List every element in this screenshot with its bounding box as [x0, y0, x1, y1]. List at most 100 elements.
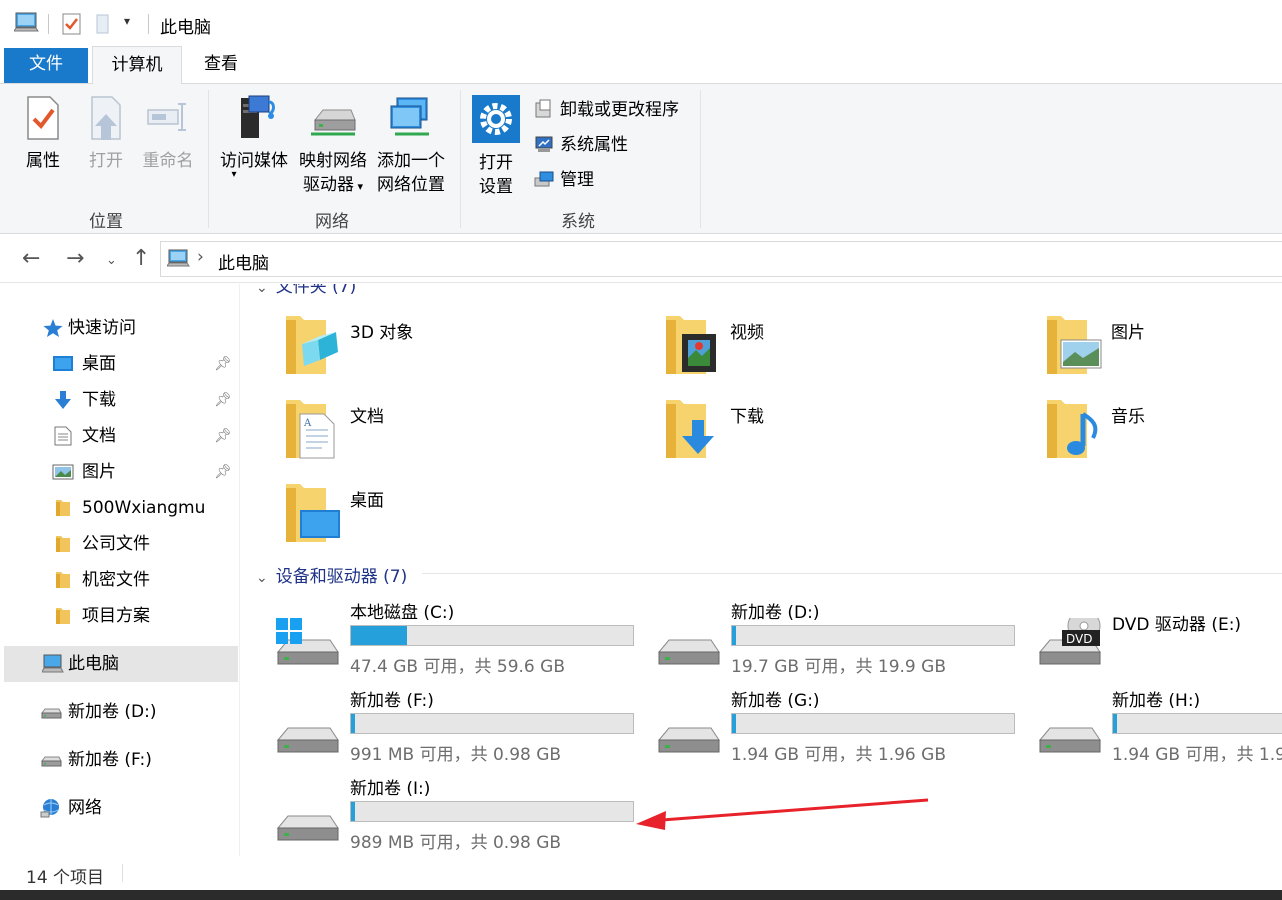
- sidebar-item-folder[interactable]: 公司文件: [0, 526, 238, 562]
- drive-f[interactable]: 新加卷 (F:) 991 MB 可用，共 0.98 GB: [274, 686, 644, 772]
- new-folder-icon[interactable]: [96, 13, 112, 35]
- tab-file[interactable]: 文件: [4, 48, 88, 83]
- sidebar-item-network[interactable]: 网络: [0, 790, 238, 826]
- media-server-icon: [241, 95, 275, 138]
- access-media-button[interactable]: 访问媒体 ▾: [216, 94, 292, 180]
- sidebar-item-downloads[interactable]: 下载 📌︎: [0, 382, 238, 418]
- tab-computer[interactable]: 计算机: [92, 46, 182, 85]
- properties-button[interactable]: 属性: [20, 94, 66, 173]
- customize-qat-chevron-icon[interactable]: ▾: [124, 14, 130, 28]
- folder-name: 图片: [1111, 323, 1145, 343]
- folder-desktop[interactable]: 桌面: [282, 480, 642, 560]
- drive-icon: [276, 815, 339, 841]
- sidebar-item-drive-d[interactable]: 新加卷 (D:): [0, 694, 238, 730]
- pin-icon[interactable]: 📌︎: [214, 346, 232, 382]
- sidebar-item-desktop[interactable]: 桌面 📌︎: [0, 346, 238, 382]
- sidebar-item-label: 桌面: [82, 354, 116, 374]
- drive-i[interactable]: 新加卷 (I:) 989 MB 可用，共 0.98 GB: [274, 774, 644, 856]
- folder-name: 桌面: [350, 491, 384, 511]
- drive-c[interactable]: 本地磁盘 (C:) 47.4 GB 可用，共 59.6 GB: [274, 598, 644, 684]
- picture-icon: [52, 464, 74, 480]
- open-settings-label-1: 打开: [479, 153, 513, 173]
- drive-name: 新加卷 (I:): [350, 779, 431, 799]
- system-properties-button[interactable]: 系统属性: [534, 131, 628, 159]
- drive-size: 1.94 GB 可用，共 1.96 GB: [731, 745, 946, 765]
- collapse-chevron-icon[interactable]: ⌄: [256, 570, 268, 586]
- star-icon: [43, 319, 63, 337]
- rename-button[interactable]: 重命名: [138, 94, 198, 173]
- folder-icon: [56, 500, 70, 516]
- sidebar-item-folder[interactable]: 机密文件: [0, 562, 238, 598]
- sidebar-item-folder[interactable]: 项目方案: [0, 598, 238, 634]
- drive-usage-bar: [731, 625, 1015, 646]
- drive-usage-fill: [732, 626, 736, 645]
- rename-icon: [147, 103, 186, 131]
- folders-group-header[interactable]: ⌄ 文件夹 (7): [256, 284, 356, 297]
- group-divider: [422, 573, 1282, 574]
- drive-icon: [657, 639, 720, 665]
- breadcrumb-chevron-icon[interactable]: ›: [197, 247, 204, 267]
- folder-music[interactable]: 音乐: [1043, 396, 1282, 476]
- pin-icon[interactable]: 📌︎: [214, 418, 232, 454]
- drives-group-header[interactable]: ⌄ 设备和驱动器 (7): [256, 562, 407, 587]
- sidebar-item-this-pc[interactable]: 此电脑: [4, 646, 238, 682]
- drive-e-dvd[interactable]: DVD DVD 驱动器 (E:): [1036, 598, 1282, 684]
- desktop-folder-icon: [286, 484, 340, 542]
- folder-name: 视频: [730, 323, 764, 343]
- this-pc-label: 此电脑: [68, 654, 119, 674]
- uninstall-programs-button[interactable]: 卸载或更改程序: [534, 96, 679, 124]
- open-button[interactable]: 打开: [84, 94, 128, 173]
- folder-icon: [56, 536, 70, 552]
- pin-icon[interactable]: 📌︎: [214, 382, 232, 418]
- folder-downloads[interactable]: 下载: [662, 396, 1022, 476]
- drive-usage-bar: [350, 801, 634, 822]
- drive-size: 47.4 GB 可用，共 59.6 GB: [350, 657, 565, 677]
- recent-locations-chevron-icon[interactable]: ⌄: [106, 249, 117, 273]
- drive-h[interactable]: 新加卷 (H:) 1.94 GB 可用，共 1.96 GB: [1036, 686, 1282, 772]
- folder-pictures[interactable]: 图片: [1043, 312, 1282, 392]
- drive-size: 989 MB 可用，共 0.98 GB: [350, 833, 562, 853]
- manage-button[interactable]: 管理: [534, 166, 594, 194]
- network-group-label: 网络: [315, 212, 349, 232]
- drive-g[interactable]: 新加卷 (G:) 1.94 GB 可用，共 1.96 GB: [655, 686, 1025, 772]
- title-bar: ▾ 此电脑: [0, 0, 1282, 46]
- open-settings-button[interactable]: 打开 设置: [470, 94, 522, 199]
- sidebar-item-folder[interactable]: 500Wxiangmu: [0, 490, 238, 526]
- system-properties-label: 系统属性: [560, 135, 628, 155]
- properties-icon[interactable]: [62, 13, 82, 35]
- group-separator: [208, 90, 209, 228]
- sidebar-item-documents[interactable]: 文档 📌︎: [0, 418, 238, 454]
- drive-d[interactable]: 新加卷 (D:) 19.7 GB 可用，共 19.9 GB: [655, 598, 1025, 684]
- folder-documents[interactable]: A 文档: [282, 396, 642, 476]
- file-explorer-window: ▾ 此电脑 文件 计算机 查看 属性 打开 重命名 位置 访问媒体 ▾ 映射网络…: [0, 0, 1282, 890]
- folder-3d-objects[interactable]: 3D 对象: [282, 312, 642, 392]
- annotation-arrow-icon: [636, 798, 929, 830]
- pin-icon[interactable]: 📌︎: [214, 454, 232, 490]
- folder-videos[interactable]: 视频: [662, 312, 1022, 392]
- drive-size: 19.7 GB 可用，共 19.9 GB: [731, 657, 946, 677]
- up-arrow-icon[interactable]: ↑: [132, 247, 150, 271]
- properties-label: 属性: [26, 151, 60, 171]
- navigation-bar: ← → ⌄ ↑ › 此电脑: [0, 235, 1282, 283]
- collapse-chevron-icon[interactable]: ⌄: [256, 284, 268, 296]
- uninstall-label: 卸载或更改程序: [560, 100, 679, 120]
- settings-gear-icon: [472, 95, 520, 143]
- tab-view[interactable]: 查看: [186, 46, 256, 84]
- add-network-location-button[interactable]: 添加一个 网络位置: [374, 94, 448, 197]
- map-network-drive-button[interactable]: 映射网络 驱动器 ▾: [296, 94, 370, 199]
- sidebar-item-drive-f[interactable]: 新加卷 (F:): [0, 742, 238, 778]
- drive-name: 新加卷 (F:): [350, 691, 434, 711]
- forward-arrow-icon[interactable]: →: [66, 247, 84, 271]
- breadcrumb-this-pc[interactable]: 此电脑: [218, 249, 269, 274]
- drive-name: DVD 驱动器 (E:): [1112, 615, 1242, 635]
- computer-icon: [42, 654, 64, 673]
- folders-group-title: 文件夹 (7): [275, 284, 357, 297]
- ribbon-tabs: 文件 计算机 查看: [0, 46, 1282, 85]
- sidebar-item-pictures[interactable]: 图片 📌︎: [0, 454, 238, 490]
- back-arrow-icon[interactable]: ←: [22, 247, 40, 271]
- status-bar: 14 个项目: [0, 856, 1282, 890]
- folder-icon: [56, 572, 70, 588]
- sidebar-item-quick-access[interactable]: 快速访问: [0, 310, 238, 346]
- address-bar[interactable]: › 此电脑: [160, 241, 1282, 277]
- drive-usage-fill: [351, 802, 355, 821]
